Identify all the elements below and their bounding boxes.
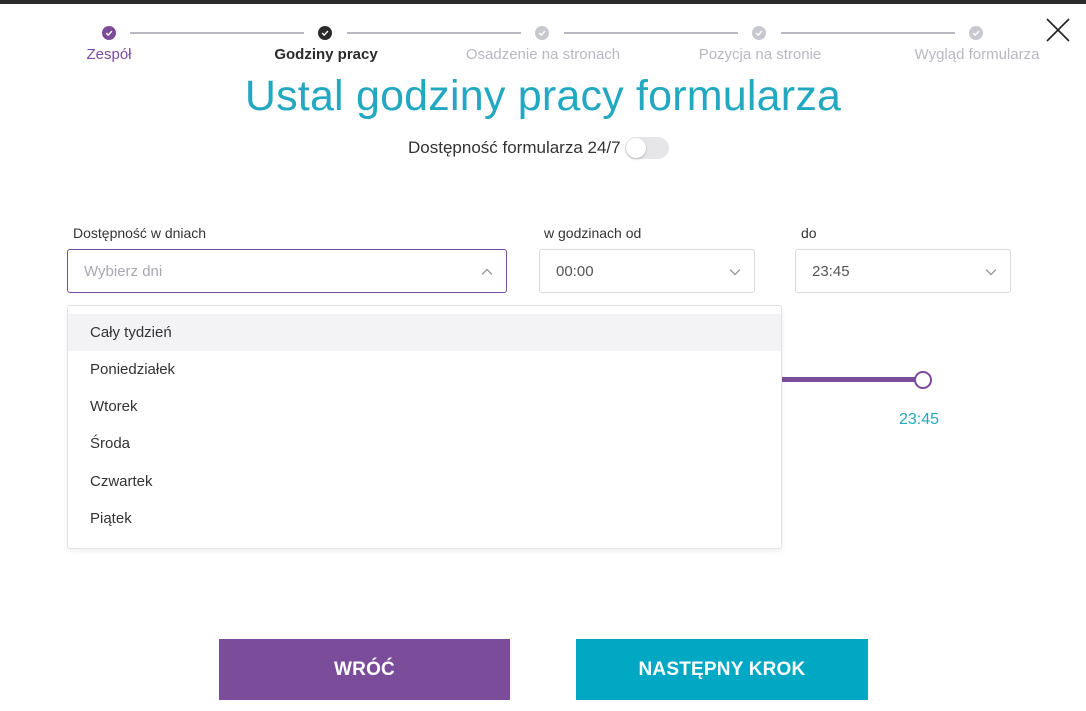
- step-label-osadzenie[interactable]: Osadzenie na stronach: [466, 46, 620, 63]
- list-item[interactable]: Czwartek: [68, 463, 781, 500]
- days-select-placeholder: Wybierz dni: [84, 262, 163, 280]
- days-dropdown-list: Cały tydzień Poniedziałek Wtorek Środa C…: [67, 305, 782, 549]
- back-button[interactable]: WRÓĆ: [219, 639, 510, 700]
- stepper-connector: [130, 32, 304, 34]
- days-select[interactable]: Wybierz dni: [67, 249, 507, 293]
- slider-end-value: 23:45: [899, 411, 940, 428]
- step-label-pozycja[interactable]: Pozycja na stronie: [699, 46, 822, 63]
- chevron-down-icon: [985, 269, 997, 276]
- days-field-label: Dostępność w dniach: [73, 225, 207, 241]
- from-field-label: w godzinach od: [544, 225, 642, 241]
- to-time-select[interactable]: 23:45: [795, 249, 1011, 293]
- step-godziny-check-icon[interactable]: [318, 26, 332, 40]
- list-item[interactable]: Środa: [68, 425, 781, 462]
- stepper-connector: [564, 32, 738, 34]
- availability-toggle-label: Dostępność formularza 24/7: [408, 138, 621, 157]
- step-zespol-check-icon[interactable]: [102, 26, 116, 40]
- from-time-select[interactable]: 00:00: [539, 249, 755, 293]
- toggle-knob: [625, 138, 646, 158]
- step-osadzenie-check-icon[interactable]: [535, 26, 549, 40]
- step-pozycja-check-icon[interactable]: [752, 26, 766, 40]
- to-time-value: 23:45: [812, 262, 850, 280]
- step-label-wyglad[interactable]: Wygląd formularza: [915, 46, 1040, 63]
- list-item[interactable]: Cały tydzień: [68, 314, 781, 351]
- availability-24-7-toggle[interactable]: [624, 137, 669, 159]
- list-item[interactable]: Piątek: [68, 500, 781, 537]
- page-title: Ustal godziny pracy formularza: [244, 72, 842, 120]
- stepper-connector: [781, 32, 955, 34]
- next-step-button[interactable]: NASTĘPNY KROK: [576, 639, 868, 700]
- close-icon[interactable]: [1044, 16, 1072, 44]
- availability-row: Dostępność formularza 24/7: [408, 136, 669, 160]
- chevron-up-icon: [481, 268, 493, 275]
- list-item[interactable]: Poniedziałek: [68, 351, 781, 388]
- hours-slider-end-handle[interactable]: [914, 371, 932, 389]
- step-label-zespol[interactable]: Zespół: [86, 46, 131, 63]
- step-wyglad-check-icon[interactable]: [969, 26, 983, 40]
- progress-stepper: Zespół Godziny pracy Osadzenie na strona…: [0, 0, 1086, 80]
- chevron-down-icon: [729, 269, 741, 276]
- from-time-value: 00:00: [556, 262, 594, 280]
- hours-slider-track[interactable]: [782, 377, 918, 382]
- stepper-connector: [347, 32, 521, 34]
- step-label-godziny-pracy[interactable]: Godziny pracy: [274, 46, 377, 63]
- to-field-label: do: [801, 225, 817, 241]
- list-item[interactable]: Wtorek: [68, 388, 781, 425]
